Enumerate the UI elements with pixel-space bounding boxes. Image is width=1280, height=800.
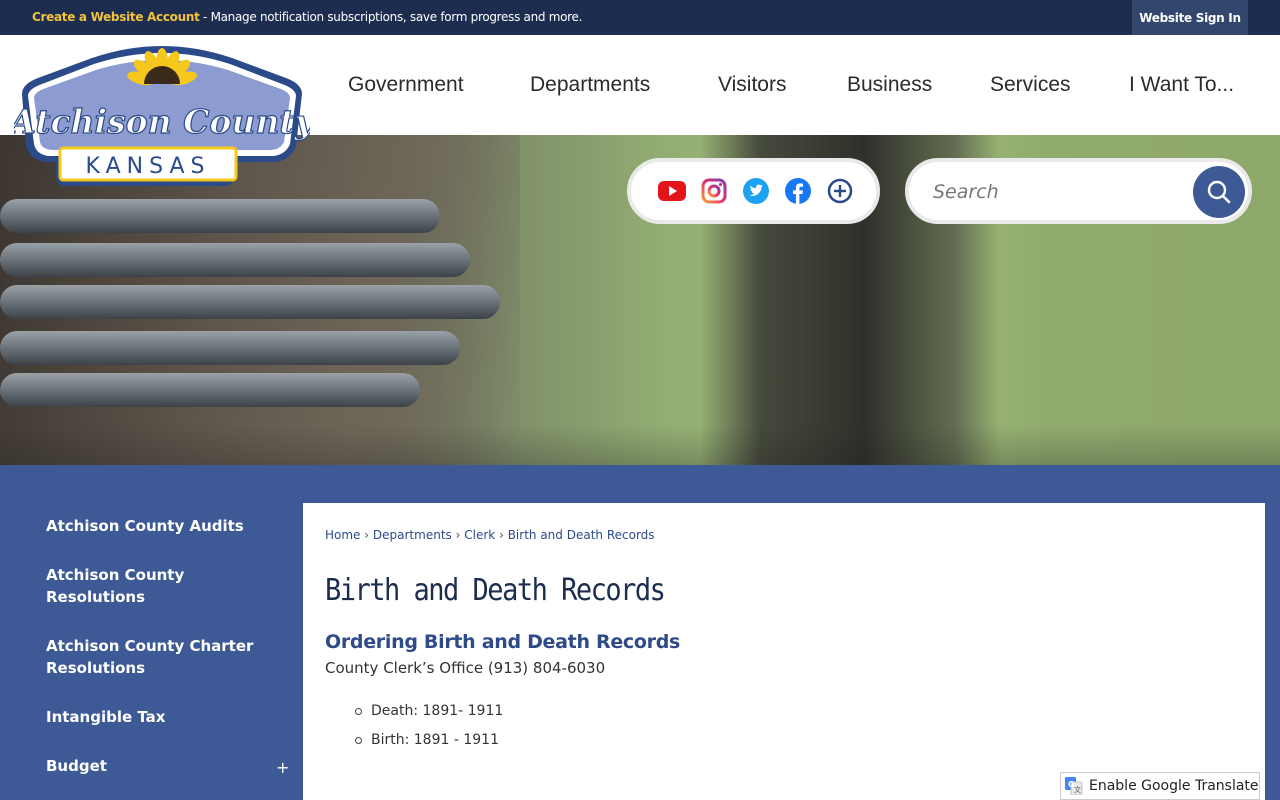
facebook-icon[interactable] bbox=[783, 177, 812, 206]
hero-wire bbox=[0, 243, 470, 277]
twitter-icon[interactable] bbox=[741, 177, 770, 206]
main-content: Home › Departments › Clerk › Birth and D… bbox=[303, 503, 1265, 800]
hero-wire bbox=[0, 199, 440, 233]
nav-government[interactable]: Government bbox=[348, 73, 464, 97]
expand-budget-icon[interactable]: + bbox=[276, 758, 289, 777]
breadcrumb-clerk[interactable]: Clerk bbox=[464, 528, 495, 542]
county-logo[interactable]: Atchison County KANSAS bbox=[7, 42, 317, 192]
hero-wire bbox=[0, 331, 460, 365]
search-box bbox=[905, 158, 1252, 224]
sidebar-nav: Atchison County Audits Atchison County R… bbox=[0, 503, 303, 800]
breadcrumb: Home › Departments › Clerk › Birth and D… bbox=[325, 528, 655, 542]
nav-business[interactable]: Business bbox=[847, 73, 932, 97]
notification-message: Create a Website Account - Manage notifi… bbox=[32, 10, 582, 24]
clerk-contact: County Clerk’s Office (913) 804-6030 bbox=[325, 659, 606, 677]
section-heading: Ordering Birth and Death Records bbox=[325, 631, 680, 653]
create-account-link[interactable]: Create a Website Account bbox=[32, 10, 200, 24]
sidebar-item-audits[interactable]: Atchison County Audits bbox=[46, 515, 276, 537]
sidebar-item-budget[interactable]: Budget bbox=[46, 755, 276, 777]
breadcrumb-separator: › bbox=[499, 528, 504, 542]
more-icon[interactable] bbox=[825, 177, 854, 206]
sidebar-item-resolutions[interactable]: Atchison County Resolutions bbox=[46, 564, 276, 608]
google-translate-label: Enable Google Translate bbox=[1089, 778, 1259, 794]
list-item: Birth: 1891 - 1911 bbox=[353, 730, 503, 759]
notification-bar: Create a Website Account - Manage notifi… bbox=[0, 0, 1280, 35]
nav-services[interactable]: Services bbox=[990, 73, 1071, 97]
search-button[interactable] bbox=[1193, 166, 1245, 218]
records-list: Death: 1891- 1911 Birth: 1891 - 1911 bbox=[353, 701, 503, 759]
search-input[interactable] bbox=[933, 177, 1173, 207]
breadcrumb-current[interactable]: Birth and Death Records bbox=[508, 528, 655, 542]
sidebar-item-charter-resolutions[interactable]: Atchison County Charter Resolutions bbox=[46, 635, 276, 679]
search-icon bbox=[1207, 180, 1231, 204]
website-sign-in-button[interactable]: Website Sign In bbox=[1132, 0, 1248, 35]
list-item: Death: 1891- 1911 bbox=[353, 701, 503, 730]
breadcrumb-separator: › bbox=[455, 528, 461, 542]
nav-departments[interactable]: Departments bbox=[530, 73, 650, 97]
logo-state-name: KANSAS bbox=[86, 154, 211, 179]
notification-text: - Manage notification subscriptions, sav… bbox=[199, 10, 583, 24]
breadcrumb-separator: › bbox=[364, 528, 370, 542]
svg-text:文: 文 bbox=[1074, 785, 1081, 794]
hero-wire bbox=[0, 285, 500, 319]
instagram-icon[interactable] bbox=[699, 177, 728, 206]
google-translate-icon: G 文 bbox=[1065, 777, 1083, 795]
breadcrumb-departments[interactable]: Departments bbox=[373, 528, 452, 542]
county-logo-graphic: Atchison County KANSAS bbox=[7, 46, 317, 186]
social-links bbox=[627, 158, 880, 224]
nav-visitors[interactable]: Visitors bbox=[718, 73, 786, 97]
youtube-icon[interactable] bbox=[657, 177, 686, 206]
page-title: Birth and Death Records bbox=[325, 573, 666, 608]
sidebar-item-intangible-tax[interactable]: Intangible Tax bbox=[46, 706, 276, 728]
hero-shade bbox=[0, 425, 1280, 465]
breadcrumb-home[interactable]: Home bbox=[325, 528, 360, 542]
nav-i-want-to[interactable]: I Want To... bbox=[1129, 73, 1234, 97]
logo-county-name: Atchison County bbox=[14, 102, 310, 141]
hero-wire bbox=[0, 373, 420, 407]
google-translate-button[interactable]: G 文 Enable Google Translate bbox=[1060, 772, 1260, 800]
